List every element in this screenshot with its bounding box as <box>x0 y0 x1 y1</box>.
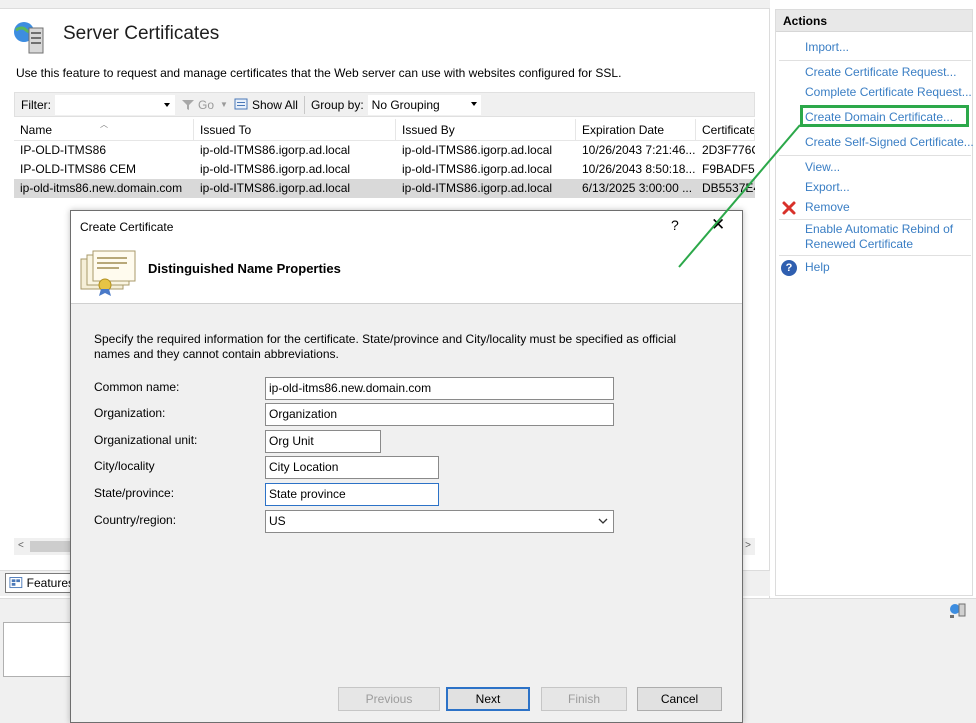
chevron-down-icon[interactable] <box>164 102 170 107</box>
features-view-icon <box>9 577 23 589</box>
group-by-select[interactable]: No Grouping <box>367 94 481 115</box>
table-row-selected[interactable]: ip-old-itms86.new.domain.com ip-old-ITMS… <box>14 179 755 198</box>
show-all-button[interactable]: Show All <box>234 98 298 112</box>
finish-button[interactable]: Finish <box>541 687 627 711</box>
cell-certificate: 2D3F776C <box>702 143 755 157</box>
table-row[interactable]: IP-OLD-ITMS86 CEM ip-old-ITMS86.igorp.ad… <box>14 160 755 179</box>
city-locality-input[interactable]: City Location <box>265 456 439 479</box>
city-locality-label: City/locality <box>94 459 155 473</box>
column-header-issued-to[interactable]: Issued To <box>194 119 396 140</box>
cell-name: ip-old-itms86.new.domain.com <box>20 181 183 195</box>
chevron-down-icon: ▼ <box>220 100 228 109</box>
panel-top-strip <box>0 0 770 9</box>
annotation-highlight-box <box>800 105 969 127</box>
organizational-unit-label: Organizational unit: <box>94 433 198 447</box>
go-button[interactable]: Go ▼ <box>181 98 228 112</box>
column-header-issued-by[interactable]: Issued By <box>396 119 576 140</box>
help-icon: ? <box>781 260 797 276</box>
common-name-label: Common name: <box>94 380 180 394</box>
cell-expiration: 6/13/2025 3:00:00 ... <box>582 181 693 195</box>
network-status-icon <box>950 603 966 618</box>
dialog-help-button[interactable]: ? <box>671 217 679 233</box>
cell-issued-by: ip-old-ITMS86.igorp.ad.local <box>402 143 553 157</box>
table-row[interactable]: IP-OLD-ITMS86 ip-old-ITMS86.igorp.ad.loc… <box>14 141 755 160</box>
action-complete-certificate-request[interactable]: Complete Certificate Request... <box>805 85 972 99</box>
actions-divider <box>779 60 971 61</box>
background-window-fragment <box>3 622 73 677</box>
cell-issued-by: ip-old-ITMS86.igorp.ad.local <box>402 162 553 176</box>
common-name-input[interactable]: ip-old-itms86.new.domain.com <box>265 377 614 400</box>
dialog-titlebar[interactable]: Create Certificate ? ✕ <box>71 211 742 241</box>
column-header-expiration-date[interactable]: Expiration Date <box>576 119 696 140</box>
dialog-title: Create Certificate <box>80 220 174 234</box>
table-header: ︿ Name Issued To Issued By Expiration Da… <box>14 119 755 141</box>
show-all-icon <box>234 98 248 109</box>
page-description: Use this feature to request and manage c… <box>16 66 622 80</box>
organization-label: Organization: <box>94 406 166 420</box>
cell-issued-to: ip-old-ITMS86.igorp.ad.local <box>200 143 351 157</box>
actions-divider <box>779 255 971 256</box>
action-enable-automatic-rebind-line2[interactable]: Renewed Certificate <box>805 237 913 251</box>
next-button[interactable]: Next <box>446 687 530 711</box>
organization-input[interactable]: Organization <box>265 403 614 426</box>
filter-label: Filter: <box>21 97 51 112</box>
chevron-down-icon[interactable] <box>598 515 608 527</box>
funnel-icon <box>182 99 194 110</box>
dialog-header: Distinguished Name Properties <box>71 241 742 304</box>
state-province-input[interactable]: State province <box>265 483 439 506</box>
country-region-select[interactable]: US <box>265 510 614 533</box>
column-header-certificate[interactable]: Certificate <box>696 119 755 140</box>
filter-input[interactable] <box>55 94 175 115</box>
cell-certificate: F9BADF58 <box>702 162 755 176</box>
group-by-label: Group by: <box>310 97 364 112</box>
chevron-down-icon[interactable] <box>470 101 477 106</box>
action-enable-automatic-rebind-line1[interactable]: Enable Automatic Rebind of <box>805 222 953 236</box>
action-help[interactable]: Help <box>805 260 830 274</box>
previous-button[interactable]: Previous <box>338 687 440 711</box>
actions-pane: Actions Import... Create Certificate Req… <box>775 9 974 596</box>
sort-ascending-icon: ︿ <box>100 120 108 129</box>
actions-divider <box>779 155 971 156</box>
actions-header: Actions <box>776 10 972 32</box>
country-region-value: US <box>269 514 286 528</box>
go-label: Go <box>198 97 215 112</box>
cell-issued-by: ip-old-ITMS86.igorp.ad.local <box>402 181 553 195</box>
certificate-icon <box>80 250 136 296</box>
tab-features-view[interactable]: Features <box>5 573 75 593</box>
cell-certificate: DB5537E4 <box>702 181 755 195</box>
cancel-button[interactable]: Cancel <box>637 687 722 711</box>
actions-divider <box>779 219 971 220</box>
action-remove[interactable]: Remove <box>805 200 850 214</box>
country-region-label: Country/region: <box>94 513 177 527</box>
action-import[interactable]: Import... <box>805 40 849 54</box>
action-create-certificate-request[interactable]: Create Certificate Request... <box>805 65 956 79</box>
action-view[interactable]: View... <box>805 160 840 174</box>
dialog-close-button[interactable]: ✕ <box>711 215 725 235</box>
certificates-table: ︿ Name Issued To Issued By Expiration Da… <box>14 119 755 198</box>
cell-issued-to: ip-old-ITMS86.igorp.ad.local <box>200 181 351 195</box>
cell-name: IP-OLD-ITMS86 <box>20 143 107 157</box>
state-province-label: State/province: <box>94 486 175 500</box>
remove-x-icon <box>782 201 796 215</box>
cell-issued-to: ip-old-ITMS86.igorp.ad.local <box>200 162 351 176</box>
dialog-instructions: Specify the required information for the… <box>94 332 677 361</box>
scroll-right-icon[interactable]: > <box>745 540 751 551</box>
cell-expiration: 10/26/2043 8:50:18... <box>582 162 696 176</box>
filter-bar: Filter: Go ▼ Show All Group by: No Group… <box>14 92 755 117</box>
page-title: Server Certificates <box>63 23 220 44</box>
group-by-value: No Grouping <box>371 97 440 112</box>
show-all-label: Show All <box>251 97 298 112</box>
scroll-left-icon[interactable]: < <box>18 540 24 551</box>
cell-expiration: 10/26/2043 7:21:46... <box>582 143 696 157</box>
create-certificate-dialog: Create Certificate ? ✕ Distinguished Nam… <box>70 210 743 723</box>
features-tab-label: Features <box>26 576 74 590</box>
server-globe-icon <box>14 22 44 54</box>
organizational-unit-input[interactable]: Org Unit <box>265 430 381 453</box>
action-export[interactable]: Export... <box>805 180 850 194</box>
dialog-heading: Distinguished Name Properties <box>148 261 341 276</box>
action-create-self-signed-certificate[interactable]: Create Self-Signed Certificate... <box>805 135 974 149</box>
cell-name: IP-OLD-ITMS86 CEM <box>20 162 137 176</box>
